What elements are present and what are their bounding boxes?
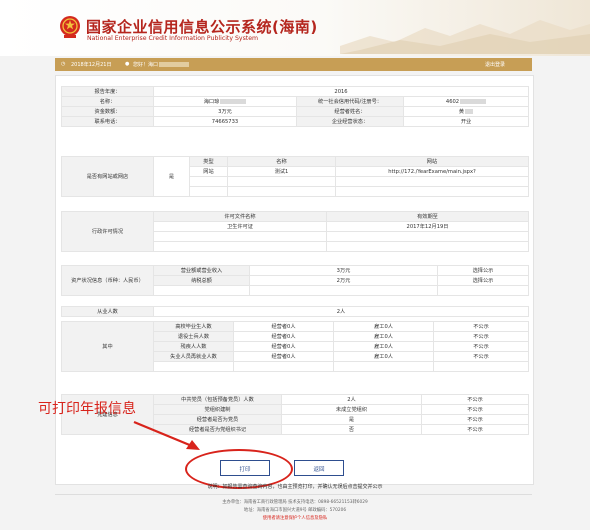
site-footer: 主办单位：海南省工商行政管理局 技术支持电话：0898-66521153转602…	[0, 494, 590, 530]
annotation-arrow-icon	[133, 420, 200, 450]
party-item-label: 中共党员（包括预备党员）人数	[153, 394, 282, 405]
assets-table: 资产状况信息（币种：人民币） 营业额或营业收入 3万元 选择公示 纳税总额 2万元 选择公…	[61, 265, 529, 296]
license-table: 行政许可情况 许可文件名称 有效期至 卫生许可证 2017年12月19日	[61, 211, 529, 252]
among-section: 其中 高校毕业生人数 经营者0人 雇工0人 不公示 退役士兵人数 经营者0人 雇工0人 不公示…	[61, 321, 529, 372]
action-buttons: 打印 返回	[0, 460, 590, 482]
license-expiry-cell: 2017年12月19日	[326, 221, 529, 232]
among-item-label: 退役士兵人数	[153, 331, 234, 342]
party-publicity: 不公示	[421, 414, 529, 425]
great-wall-banner	[340, 20, 590, 54]
party-item-value: 未成立党组织	[281, 404, 422, 415]
capital-label: 资金数额：	[61, 106, 154, 117]
site-title: 国家企业信用信息公示系统(海南)	[86, 18, 318, 36]
back-button[interactable]: 返回	[294, 460, 344, 476]
website-type-cell: 网站	[189, 166, 228, 177]
assets-row-label: 资产状况信息（币种：人民币）	[61, 265, 154, 296]
footer-address: 地址：海南省海口市国兴大道9号 邮政编码：570206	[243, 508, 347, 513]
annual-report-panel: 报告年度： 2016 名称： 海口琼 统一社会信用代码/注册号： 4602 资金数额： 3…	[55, 75, 534, 485]
party-item-value: 否	[281, 424, 422, 435]
phone-label: 联系电话：	[61, 116, 154, 127]
employees-table: 从业人数 2人	[61, 306, 529, 317]
website-header-url: 网站	[335, 156, 529, 167]
among-employee-value: 雇工0人	[333, 351, 434, 362]
among-publicity: 不公示	[433, 321, 529, 332]
status-label: 企业经营状态：	[296, 116, 404, 127]
logout-link[interactable]: 退出登录	[485, 61, 505, 68]
among-publicity: 不公示	[433, 351, 529, 362]
license-file-cell: 卫生许可证	[153, 221, 327, 232]
license-header-expiry: 有效期至	[326, 211, 529, 222]
name-label: 名称：	[61, 96, 154, 107]
party-publicity: 不公示	[421, 394, 529, 405]
basic-info-table: 报告年度： 2016 名称： 海口琼 统一社会信用代码/注册号： 4602 资金数额： 3…	[61, 86, 530, 127]
site-header: 国家企业信用信息公示系统(海南) National Enterprise Cre…	[0, 0, 590, 56]
among-operator-value: 经营者0人	[233, 341, 334, 352]
date-text: 2018年12月21日	[71, 62, 112, 68]
capital-value: 3万元	[153, 106, 297, 117]
phone-value: 74665733	[153, 116, 297, 127]
status-value: 开业	[402, 116, 530, 127]
user-icon: ●	[125, 61, 130, 67]
report-year-label: 报告年度：	[61, 86, 154, 97]
among-item-label: 高校毕业生人数	[153, 321, 234, 332]
footer-sponsor: 主办单位：海南省工商行政管理局 技术支持电话：0898-66521153转602…	[222, 500, 368, 505]
party-publicity: 不公示	[421, 404, 529, 415]
among-row-label: 其中	[61, 321, 154, 372]
annotation-text: 可打印年报信息	[38, 401, 136, 417]
among-table: 其中 高校毕业生人数 经营者0人 雇工0人 不公示 退役士兵人数 经营者0人 雇工0人 不公示…	[61, 321, 529, 372]
revenue-label: 营业额或营业收入	[153, 265, 250, 276]
license-row-label: 行政许可情况	[61, 211, 154, 252]
national-emblem-icon	[60, 16, 80, 38]
website-section: 是否有网站或网店是类型 名称 网站 网站 测试1 http://172./YearExa…	[61, 156, 529, 197]
tax-label: 纳税总额	[153, 275, 250, 286]
employees-label: 从业人数	[61, 306, 154, 317]
party-item-label: 党组织建制	[153, 404, 282, 415]
among-publicity: 不公示	[433, 331, 529, 342]
website-header-name: 名称	[227, 156, 336, 167]
website-table: 是否有网站或网店是类型 名称 网站 网站 测试1 http://172./YearExa…	[61, 156, 529, 197]
revenue-value: 3万元	[249, 265, 438, 276]
employees-value: 2人	[153, 306, 529, 317]
website-name-cell: 测试1	[227, 166, 336, 177]
footer-warning: 使用者请注意保护个人信息及隐私	[262, 516, 328, 521]
among-item-label: 残疾人人数	[153, 341, 234, 352]
name-value: 海口琼	[153, 96, 297, 107]
user-toolbar: ◷ 2018年12月21日 ● 您好！海口 退出登录	[55, 58, 532, 71]
tax-publicity: 选择公示	[437, 275, 529, 286]
tax-value: 2万元	[249, 275, 438, 286]
site-subtitle: National Enterprise Credit Information P…	[87, 35, 259, 42]
report-year-value: 2016	[152, 86, 530, 97]
license-header-file: 许可文件名称	[153, 211, 327, 222]
among-employee-value: 雇工0人	[333, 331, 434, 342]
instruction-note: 说明：如报告需查询查询内容，也由主预览打印，并确认无误后点击提交并公示	[207, 484, 383, 490]
among-item-label: 失业人员再就业人数	[153, 351, 234, 362]
greeting-text: 您好！海口	[133, 61, 190, 68]
credit-code-label: 统一社会信用代码/注册号：	[296, 96, 404, 107]
license-section: 行政许可情况 许可文件名称 有效期至 卫生许可证 2017年12月19日	[61, 211, 529, 252]
assets-section: 资产状况信息（币种：人民币） 营业额或营业收入 3万元 选择公示 纳税总额 2万元 选择公…	[61, 265, 529, 296]
website-url-link[interactable]: http://172./YearExame/main.jspx?	[335, 166, 529, 177]
revenue-publicity: 选择公示	[437, 265, 529, 276]
has-website-value: 是	[153, 156, 190, 197]
credit-code-value: 4602	[402, 96, 530, 107]
operator-value: 黄	[402, 106, 530, 117]
operator-label: 经营者姓名：	[296, 106, 404, 117]
among-publicity: 不公示	[433, 341, 529, 352]
among-operator-value: 经营者0人	[233, 321, 334, 332]
party-item-value: 是	[281, 414, 422, 425]
party-publicity: 不公示	[421, 424, 529, 435]
party-item-value: 2人	[281, 394, 422, 405]
among-operator-value: 经营者0人	[233, 351, 334, 362]
among-employee-value: 雇工0人	[333, 321, 434, 332]
among-operator-value: 经营者0人	[233, 331, 334, 342]
among-employee-value: 雇工0人	[333, 341, 434, 352]
clock-icon: ◷	[61, 61, 66, 67]
basic-info-section: 报告年度： 2016 名称： 海口琼 统一社会信用代码/注册号： 4602 资金数额： 3…	[61, 86, 530, 127]
employees-section: 从业人数 2人	[61, 306, 529, 317]
website-header-type: 类型	[189, 156, 228, 167]
website-row-label: 是否有网站或网店	[61, 156, 154, 197]
